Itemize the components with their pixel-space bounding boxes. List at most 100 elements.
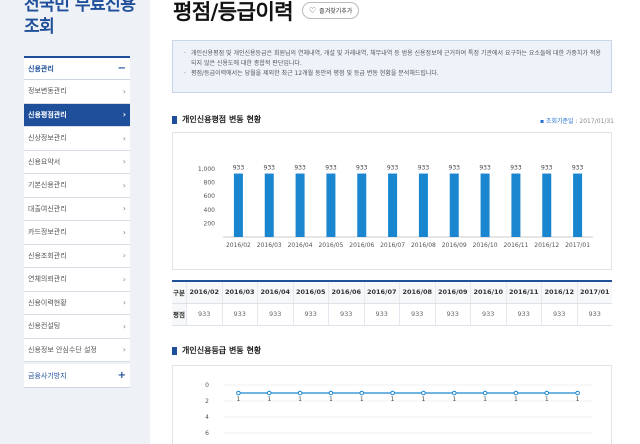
main-content: 평점/등급이력 ♡ 즐겨찾기추가 개인신용평점 및 개인신용등급은 회원님의 연… [150,0,640,444]
chevron-right-icon: › [122,157,126,167]
y-tick-label: 4 [205,414,209,421]
table-score-cell: 933 [576,303,612,326]
date-note: ▪ 조회기준일 : 2017/01/31 [540,116,614,125]
heart-icon: ♡ [309,6,317,15]
x-tick-label: 2016/10 [473,242,498,249]
score-bar [542,173,552,237]
page-title: 평점/등급이력 [173,0,294,24]
sidebar-item-label: 카드정보관리 [28,228,67,237]
grade-data-label: 1 [298,396,302,403]
sidebar-group-fraud[interactable]: 금융사기방지 + [24,364,130,388]
grade-point [328,390,334,396]
x-tick-label: 2016/06 [349,242,374,249]
table-header-row: 구분 2016/02 2016/03 2016/04 2016/05 2016/06 20… [172,281,612,304]
y-tick-label: 1,000 [198,166,215,173]
sidebar-item[interactable]: 신용평점관리 › [24,103,130,127]
sidebar-item[interactable]: 연체의뢰관리 › [24,268,130,292]
chevron-right-icon: › [122,204,126,214]
table-month-header: 2016/10 [470,281,506,304]
section-marker-icon [172,346,177,355]
grade-point [421,390,426,396]
sidebar-item-label: 연체의뢰관리 [28,275,67,284]
score-history-table: 구분 2016/02 2016/03 2016/04 2016/05 2016/06 20… [172,280,612,326]
date-note-value: : 2017/01/31 [573,118,614,125]
grade-point [575,390,580,396]
table-month-header: 2016/12 [541,281,577,304]
grade-point [451,390,457,396]
bar-data-label: 933 [449,165,461,172]
x-tick-label: 2016/04 [288,242,313,249]
y-tick-label: 200 [204,220,216,227]
add-favorite-button[interactable]: ♡ 즐겨찾기추가 [302,2,360,19]
sidebar: 전국민 무료신용 조회 신용관리 − 정보변동관리 › 신용평점관리 › 신상정보관리 ›… [0,0,150,444]
grade-data-label: 1 [267,396,271,403]
bar-data-label: 933 [356,165,368,172]
grade-section-title: 개인신용등급 변동 현황 [172,345,261,356]
notice-box: 개인신용평점 및 개인신용등급은 회원님의 연체내역, 개설 및 거래내역, 채… [172,40,612,93]
grade-point [544,390,550,396]
bar-data-label: 933 [418,165,430,172]
chevron-right-icon: › [122,251,126,261]
sidebar-item[interactable]: 신용요약서 › [24,150,130,174]
score-bar [573,173,583,237]
collapse-icon[interactable]: − [118,63,126,74]
grade-point [513,390,519,396]
score-bar [264,173,274,237]
sidebar-item[interactable]: 신용정보 안심수단 설정 › [24,338,130,362]
expand-icon[interactable]: + [118,370,126,381]
chevron-right-icon: › [122,86,126,96]
table-score-cell: 933 [434,303,471,326]
sidebar-item[interactable]: 대출여신관리 › [24,197,130,221]
bar-data-label: 933 [387,165,399,172]
bar-data-label: 933 [479,165,491,172]
score-bar [295,173,305,237]
table-score-cell: 933 [541,303,577,326]
sidebar-item[interactable]: 신용컨설팅 › [24,315,130,339]
x-tick-label: 2016/12 [534,242,559,249]
chevron-right-icon: › [122,227,126,237]
bar-data-label: 933 [294,165,306,172]
chevron-right-icon: › [122,274,126,284]
table-month-header: 2016/02 [186,281,222,304]
table-month-header: 2016/04 [257,281,293,304]
sidebar-item[interactable]: 신용이력현황 › [24,291,130,315]
grade-data-label: 1 [329,396,333,403]
table-month-header: 2016/11 [505,281,542,304]
chevron-right-icon: › [122,133,126,143]
sidebar-item[interactable]: 신용조회관리 › [24,244,130,268]
sidebar-item[interactable]: 정보변동관리 › [24,80,130,104]
grade-data-label: 1 [576,396,580,403]
bar-data-label: 933 [233,165,245,172]
bar-data-label: 933 [264,165,276,172]
sidebar-item-label: 신용평점관리 [28,110,67,119]
grade-data-label: 1 [391,396,395,403]
chevron-right-icon: › [122,110,126,120]
sidebar-group-label: 신용관리 [28,64,54,73]
score-section-label: 개인신용평점 변동 현황 [182,115,262,124]
grade-data-label: 1 [237,396,241,403]
grade-data-label: 1 [483,396,487,403]
sidebar-item-label: 정보변동관리 [28,87,67,96]
sidebar-group-credit[interactable]: 신용관리 − [24,56,130,80]
sidebar-item[interactable]: 신상정보관리 › [24,127,130,151]
grade-section-label: 개인신용등급 변동 현황 [182,346,262,355]
table-score-cell: 933 [328,303,364,326]
sidebar-item-label: 신용이력현황 [28,298,67,307]
sidebar-item[interactable]: 기본신용관리 › [24,174,130,198]
grade-point [297,390,303,396]
grade-data-label: 1 [545,396,549,403]
x-tick-label: 2016/02 [226,242,251,249]
table-month-header: 2016/08 [399,281,435,304]
bar-data-label: 933 [572,165,584,172]
score-bar [418,173,428,237]
sidebar-menu: 신용관리 − 정보변동관리 › 신용평점관리 › 신상정보관리 › 신용요약서 › 기본신용관리… [24,56,130,388]
sidebar-item[interactable]: 카드정보관리 › [24,221,130,245]
y-tick-label: 400 [204,207,216,214]
table-score-cell: 933 [399,303,435,326]
x-tick-label: 2017/01 [565,242,590,249]
date-note-label: ▪ 조회기준일 [540,118,574,125]
x-tick-label: 2016/03 [257,242,282,249]
y-tick-label: 600 [204,193,216,200]
sidebar-item-label: 대출여신관리 [28,204,67,213]
sidebar-item-label: 기본신용관리 [28,181,67,190]
